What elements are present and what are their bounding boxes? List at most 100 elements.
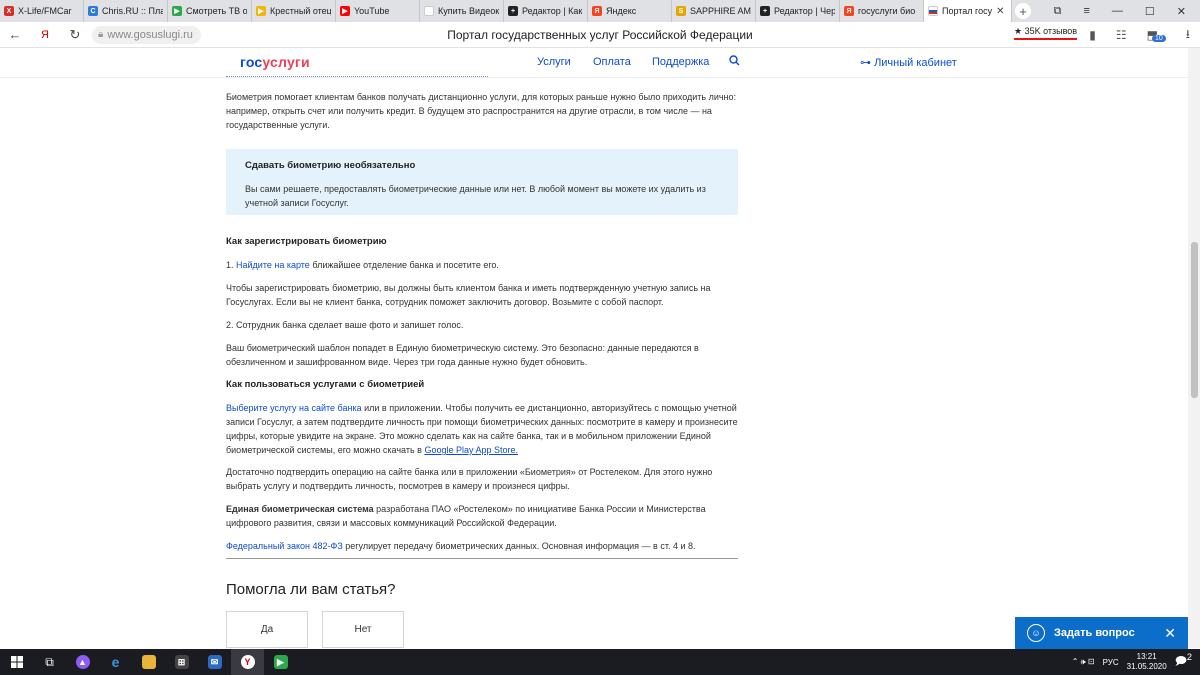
tab-close-icon[interactable]: ✕ (996, 6, 1004, 17)
tab-6[interactable]: + Редактор | Как (504, 0, 588, 22)
find-on-map-link[interactable]: Найдите на карте (236, 260, 310, 270)
plus-icon: + (1015, 3, 1031, 19)
extensions-icon[interactable]: ⬒10 (1147, 28, 1166, 42)
tab-10[interactable]: Ягосуслуги био (840, 0, 924, 22)
tab-favicon-icon: S (676, 6, 686, 16)
nav-payment[interactable]: Оплата (593, 56, 631, 68)
download-icon[interactable]: ⭳ (1186, 25, 1190, 46)
logo-uslugi: услуги (262, 54, 310, 70)
alice-icon[interactable]: ▲ (66, 649, 99, 675)
tab-favicon-icon: X (4, 6, 14, 16)
yandex-browser-icon[interactable]: Y (231, 649, 264, 675)
browser-tab-strip: X X-Life/FMCar C Chris.RU :: Пла ▶ Смотреть Т… (0, 0, 1200, 22)
feedback-question: Помогла ли вам статья? (226, 581, 396, 598)
clock[interactable]: 13:21 31.05.2020 (1127, 652, 1167, 672)
back-icon[interactable]: ← (0, 27, 30, 42)
tab-4[interactable]: ▶ YouTube (336, 0, 420, 22)
personal-cabinet-label: Личный кабинет (874, 57, 957, 69)
tab-3[interactable]: ▶ Крестный отец (252, 0, 336, 22)
tab-favicon-icon (424, 6, 434, 16)
window-tabs-icon[interactable]: ⧉ (1054, 5, 1062, 18)
google-play-link[interactable]: Google Play (424, 445, 473, 455)
windows-taskbar: ⧉ ▲ e ⊞ ✉ Y ▶ ⌃ 🕪 ⊡ РУС 13:21 31.05.2020… (0, 649, 1200, 675)
minimize-icon[interactable]: — (1112, 5, 1123, 17)
tab-5[interactable]: Купить Видеок (420, 0, 504, 22)
personal-cabinet-link[interactable]: ⊶ Личный кабинет (860, 56, 957, 69)
step-1-number: 1. (226, 260, 237, 270)
tab-label: Крестный отец (270, 6, 331, 16)
tabs-container: X X-Life/FMCar C Chris.RU :: Пла ▶ Смотреть Т… (0, 0, 924, 22)
scrollbar-thumb[interactable] (1191, 242, 1198, 398)
tab-2[interactable]: ▶ Смотреть ТВ о (168, 0, 252, 22)
tab-label: Яндекс (606, 6, 637, 16)
edge-icon[interactable]: e (99, 649, 132, 675)
nav-support[interactable]: Поддержка (652, 56, 709, 68)
tab-label: Chris.RU :: Пла (102, 6, 163, 16)
url-field[interactable]: 🔒︎ www.gosuslugi.ru (92, 25, 201, 44)
law-text: регулирует передачу биометрических данны… (342, 541, 696, 551)
tab-label: Редактор | Как (522, 6, 583, 16)
nav-services[interactable]: Услуги (537, 56, 571, 68)
tab-label: Редактор | Чер (774, 6, 835, 16)
bookmark-icon[interactable]: ▮ (1089, 28, 1096, 42)
chat-close-icon[interactable]: ✕ (1164, 625, 1176, 642)
use-paragraph: Выберите услугу на сайте банка или в при… (226, 401, 738, 457)
store-icon[interactable]: ⊞ (165, 649, 198, 675)
notifications-count: 2 (1186, 652, 1192, 663)
notifications-icon[interactable]: 🗩2 (1175, 652, 1192, 672)
yandex-logo-icon[interactable]: Я (30, 29, 60, 41)
reviews-badge[interactable]: ★ 35K отзывов (1014, 26, 1078, 40)
maximize-icon[interactable]: ☐ (1145, 5, 1155, 18)
vote-yes-button[interactable]: Да (226, 611, 308, 648)
chat-bot-icon: ☺ (1027, 624, 1045, 642)
step-1: 1. Найдите на карте ближайшее отделение … (226, 258, 738, 272)
heading-use: Как пользоваться услугами с биометрией (226, 379, 425, 390)
key-icon: ⊶ (860, 57, 871, 69)
gosuslugi-logo[interactable]: госуслуги (240, 54, 310, 70)
reload-icon[interactable]: ↻ (60, 27, 90, 43)
heading-register: Как зарегистрировать биометрию (226, 236, 387, 247)
ask-question-widget[interactable]: ☺ Задать вопрос ✕ (1015, 617, 1188, 649)
tab-label: Смотреть ТВ о (186, 6, 247, 16)
reader-icon[interactable]: ☷ (1116, 28, 1127, 42)
task-view-icon[interactable]: ⧉ (33, 649, 66, 675)
header-dotted-divider (226, 76, 488, 77)
tab-7[interactable]: Я Яндекс (588, 0, 672, 22)
tab-label: Портал госу (942, 6, 993, 16)
tab-1[interactable]: C Chris.RU :: Пла (84, 0, 168, 22)
search-icon[interactable] (729, 55, 740, 69)
tab-active[interactable]: Портал госу ✕ (924, 0, 1012, 22)
url-text: www.gosuslugi.ru (107, 28, 193, 41)
tab-0[interactable]: X X-Life/FMCar (0, 0, 84, 22)
new-tab-button[interactable]: + (1012, 0, 1034, 22)
close-window-icon[interactable]: ✕ (1177, 5, 1186, 18)
federal-law-link[interactable]: Федеральный закон 482-ФЗ (226, 541, 343, 551)
flag-icon (928, 6, 938, 16)
tab-favicon-icon: ▶ (340, 6, 350, 16)
article-divider (226, 558, 738, 559)
ebs-paragraph: Единая биометрическая система разработан… (226, 502, 738, 530)
tv-app-icon[interactable]: ▶ (264, 649, 297, 675)
law-paragraph: Федеральный закон 482-ФЗ регулирует пере… (226, 539, 738, 553)
file-explorer-icon[interactable] (132, 649, 165, 675)
tab-8[interactable]: S SAPPHIRE AMD (672, 0, 756, 22)
choose-service-link[interactable]: Выберите услугу на сайте банка (226, 403, 362, 413)
step-1-text: ближайшее отделение банка и посетите его… (309, 260, 499, 270)
callout-title: Сдавать биометрию необязательно (245, 160, 416, 171)
mail-icon[interactable]: ✉ (198, 649, 231, 675)
site-header: госуслуги Услуги Оплата Поддержка ⊶ Личн… (0, 48, 1188, 78)
tray-icons[interactable]: ⌃ 🕪 ⊡ (1072, 657, 1095, 667)
tab-favicon-icon: ▶ (172, 6, 182, 16)
menu-icon[interactable]: ≡ (1083, 5, 1089, 17)
windows-start-icon[interactable] (0, 649, 33, 675)
page-scrollbar[interactable] (1188, 48, 1200, 648)
clock-time: 13:21 (1136, 652, 1157, 661)
system-tray: ⌃ 🕪 ⊡ РУС 13:21 31.05.2020 🗩2 (1072, 652, 1200, 672)
tab-favicon-icon: + (508, 6, 518, 16)
window-controls: ⧉ ≡ — ☐ ✕ (1054, 0, 1200, 22)
vote-no-button[interactable]: Нет (322, 611, 404, 648)
tab-9[interactable]: + Редактор | Чер (756, 0, 840, 22)
language-indicator[interactable]: РУС (1103, 658, 1119, 667)
app-store-link[interactable]: App Store. (473, 445, 518, 455)
step-2: 2. Сотрудник банка сделает ваше фото и з… (226, 320, 464, 330)
